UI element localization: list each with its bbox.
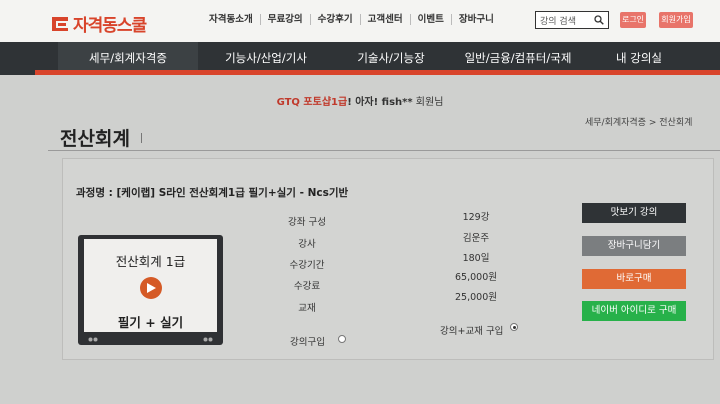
course-video-thumbnail[interactable]: 전산회계 1급 필기 + 실기: [78, 235, 223, 345]
thumbnail-screen: 전산회계 1급 필기 + 실기: [84, 239, 217, 332]
info-label-instructor: 강사: [298, 239, 316, 250]
page-title: 전산회계: [60, 128, 130, 150]
naver-buy-button[interactable]: 네이버 아이디로 구매: [582, 301, 686, 321]
site-header: 자격동스쿨 자격동소개 무료강의 수강후기 고객센터 이벤트 장바구니 강의 검…: [0, 0, 720, 42]
info-value-period: 180일: [462, 253, 490, 264]
info-value-instructor: 김운주: [462, 233, 490, 244]
info-label-textbook: 교재: [298, 303, 316, 314]
search-icon[interactable]: [594, 15, 604, 25]
welcome-user: fish**: [381, 97, 413, 108]
search-input[interactable]: 강의 검색: [535, 11, 609, 29]
preview-lecture-button[interactable]: 맛보기 강의: [582, 203, 686, 223]
info-value-textbook: 25,000원: [455, 292, 497, 303]
info-label-fee: 수강료: [293, 281, 321, 292]
monitor-dot-icon: [203, 337, 213, 342]
welcome-message: GTQ 포토샵1급! 아자! fish** 회원님: [0, 93, 720, 108]
info-value-fee: 65,000원: [455, 272, 497, 283]
site-logo[interactable]: 자격동스쿨: [52, 11, 147, 36]
info-value-composition: 129강: [462, 212, 490, 223]
nav-customer-center[interactable]: 고객센터: [361, 14, 411, 25]
option-lecture-only-label: 강의구입: [290, 337, 325, 348]
thumbnail-title: 전산회계 1급: [115, 254, 186, 269]
category-underline: [35, 70, 720, 75]
nav-reviews[interactable]: 수강후기: [311, 14, 361, 25]
search-placeholder: 강의 검색: [540, 16, 576, 27]
monitor-dot-icon: [88, 337, 98, 342]
welcome-highlight: GTQ 포토샵1급: [276, 97, 348, 108]
signup-button[interactable]: 회원가입: [659, 12, 693, 28]
add-to-cart-button[interactable]: 장바구니담기: [582, 236, 686, 256]
play-icon[interactable]: [140, 277, 162, 299]
breadcrumb: 세무/회계자격증 > 전산회계: [585, 118, 693, 128]
buy-now-button[interactable]: 바로구매: [582, 269, 686, 289]
logo-text: 자격동스쿨: [73, 16, 147, 36]
info-label-composition: 강좌 구성: [288, 217, 326, 228]
nav-events[interactable]: 이벤트: [411, 14, 452, 25]
option-lecture-book-radio[interactable]: [510, 323, 518, 331]
nav-about[interactable]: 자격동소개: [202, 14, 261, 25]
thumbnail-subtitle: 필기 + 실기: [117, 315, 184, 330]
title-divider: [141, 133, 142, 143]
nav-free-lectures[interactable]: 무료강의: [261, 14, 311, 25]
logo-icon: [52, 15, 70, 33]
option-lecture-only-radio[interactable]: [338, 335, 346, 343]
title-rule: [48, 150, 720, 151]
login-button[interactable]: 로그인: [620, 12, 646, 28]
info-label-period: 수강기간: [289, 260, 325, 271]
welcome-suffix: 회원님: [412, 97, 444, 108]
welcome-mid: ! 아자!: [347, 97, 382, 108]
nav-cart[interactable]: 장바구니: [452, 14, 501, 25]
option-lecture-book-label: 강의+교재 구입: [440, 326, 504, 337]
course-name: 과정명 : [케이랩] S라인 전산회계1급 필기+실기 - Ncs기반: [76, 187, 349, 199]
top-nav: 자격동소개 무료강의 수강후기 고객센터 이벤트 장바구니: [202, 14, 501, 25]
